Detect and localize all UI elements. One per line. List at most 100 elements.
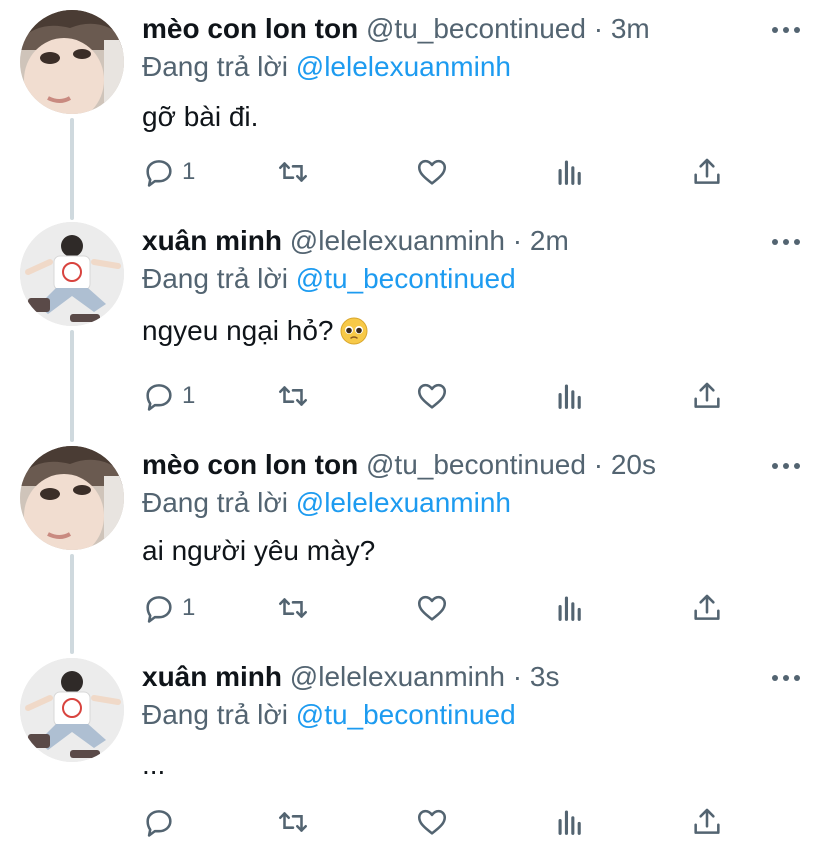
user-handle[interactable]: @tu_becontinued <box>366 13 586 44</box>
retweet-button[interactable] <box>276 152 310 192</box>
heart-icon <box>415 591 449 625</box>
analytics-button[interactable] <box>553 152 587 192</box>
like-button[interactable] <box>415 152 449 192</box>
speech-bubble-icon <box>142 155 176 189</box>
boy-avatar-image <box>20 658 124 762</box>
user-handle[interactable]: @lelelexuanminh <box>290 661 505 692</box>
replying-to: Đang trả lời @lelelexuanminh <box>142 486 511 520</box>
heart-icon <box>415 155 449 189</box>
avatar[interactable] <box>20 446 124 550</box>
more-dots-icon[interactable] <box>770 24 802 36</box>
mention-link[interactable]: @tu_becontinued <box>296 699 516 730</box>
timestamp[interactable]: 20s <box>611 449 656 480</box>
like-button[interactable] <box>415 802 449 842</box>
reply-button[interactable]: 1 <box>142 588 195 628</box>
pleading-face-emoji <box>340 317 368 345</box>
tweet-actions: 1 <box>0 152 828 192</box>
display-name[interactable]: xuân minh <box>142 661 282 692</box>
mention-link[interactable]: @lelelexuanminh <box>296 51 511 82</box>
mention-link[interactable]: @tu_becontinued <box>296 263 516 294</box>
avatar[interactable] <box>20 222 124 326</box>
boy-avatar-image <box>20 222 124 326</box>
retweet-button[interactable] <box>276 588 310 628</box>
user-handle[interactable]: @lelelexuanminh <box>290 225 505 256</box>
avatar[interactable] <box>20 658 124 762</box>
user-handle[interactable]: @tu_becontinued <box>366 449 586 480</box>
share-icon <box>690 155 724 189</box>
replying-to: Đang trả lời @lelelexuanminh <box>142 50 511 84</box>
tweet[interactable]: xuân minh @lelelexuanminh · 2m Đang trả … <box>0 222 828 432</box>
tweet-text: ngyeu ngại hỏ? <box>142 314 368 348</box>
cat-avatar-image <box>20 10 124 114</box>
retweet-icon <box>276 155 310 189</box>
mention-link[interactable]: @lelelexuanminh <box>296 487 511 518</box>
bar-chart-icon <box>553 805 587 839</box>
timestamp[interactable]: 3s <box>530 661 560 692</box>
speech-bubble-icon <box>142 379 176 413</box>
more-dots-icon[interactable] <box>770 460 802 472</box>
tweet-actions <box>0 802 828 842</box>
replying-to-label: Đang trả lời <box>142 487 288 518</box>
analytics-button[interactable] <box>553 376 587 416</box>
tweet-text: ... <box>142 749 166 780</box>
speech-bubble-icon <box>142 805 176 839</box>
separator: · <box>593 13 604 44</box>
tweet-header: xuân minh @lelelexuanminh · 3s <box>142 660 559 694</box>
separator: · <box>512 225 523 256</box>
retweet-icon <box>276 379 310 413</box>
share-icon <box>690 591 724 625</box>
bar-chart-icon <box>553 155 587 189</box>
timestamp[interactable]: 3m <box>611 13 650 44</box>
tweet-text: ai người yêu mày? <box>142 535 376 566</box>
retweet-button[interactable] <box>276 802 310 842</box>
more-dots-icon[interactable] <box>770 236 802 248</box>
share-button[interactable] <box>690 802 724 842</box>
avatar[interactable] <box>20 10 124 114</box>
reply-button[interactable]: 1 <box>142 376 195 416</box>
tweet-text-content: ngyeu ngại hỏ? <box>142 315 334 346</box>
share-button[interactable] <box>690 152 724 192</box>
tweet-header: mèo con lon ton @tu_becontinued · 3m <box>142 12 650 46</box>
reply-count: 1 <box>182 594 196 621</box>
tweet-header: mèo con lon ton @tu_becontinued · 20s <box>142 448 656 482</box>
like-button[interactable] <box>415 588 449 628</box>
heart-icon <box>415 379 449 413</box>
replying-to-label: Đang trả lời <box>142 699 288 730</box>
bar-chart-icon <box>553 591 587 625</box>
reply-count: 1 <box>182 382 196 409</box>
tweet-header: xuân minh @lelelexuanminh · 2m <box>142 224 569 258</box>
analytics-button[interactable] <box>553 802 587 842</box>
reply-button[interactable] <box>142 802 182 842</box>
tweet[interactable]: mèo con lon ton @tu_becontinued · 20s Đa… <box>0 446 828 646</box>
separator: · <box>512 661 523 692</box>
retweet-icon <box>276 805 310 839</box>
share-icon <box>690 805 724 839</box>
replying-to-label: Đang trả lời <box>142 51 288 82</box>
retweet-button[interactable] <box>276 376 310 416</box>
tweet-text: gỡ bài đi. <box>142 101 259 132</box>
reply-button[interactable]: 1 <box>142 152 195 192</box>
bar-chart-icon <box>553 379 587 413</box>
analytics-button[interactable] <box>553 588 587 628</box>
cat-avatar-image <box>20 446 124 550</box>
timestamp[interactable]: 2m <box>530 225 569 256</box>
tweet[interactable]: mèo con lon ton @tu_becontinued · 3m Đan… <box>0 10 828 210</box>
tweet[interactable]: xuân minh @lelelexuanminh · 3s Đang trả … <box>0 658 828 847</box>
tweet-actions: 1 <box>0 588 828 628</box>
like-button[interactable] <box>415 376 449 416</box>
display-name[interactable]: mèo con lon ton <box>142 449 358 480</box>
retweet-icon <box>276 591 310 625</box>
display-name[interactable]: xuân minh <box>142 225 282 256</box>
speech-bubble-icon <box>142 591 176 625</box>
reply-count: 1 <box>182 158 196 185</box>
share-icon <box>690 379 724 413</box>
more-dots-icon[interactable] <box>770 672 802 684</box>
heart-icon <box>415 805 449 839</box>
tweet-actions: 1 <box>0 376 828 416</box>
separator: · <box>593 449 604 480</box>
share-button[interactable] <box>690 376 724 416</box>
replying-to: Đang trả lời @tu_becontinued <box>142 262 516 296</box>
display-name[interactable]: mèo con lon ton <box>142 13 358 44</box>
replying-to-label: Đang trả lời <box>142 263 288 294</box>
share-button[interactable] <box>690 588 724 628</box>
